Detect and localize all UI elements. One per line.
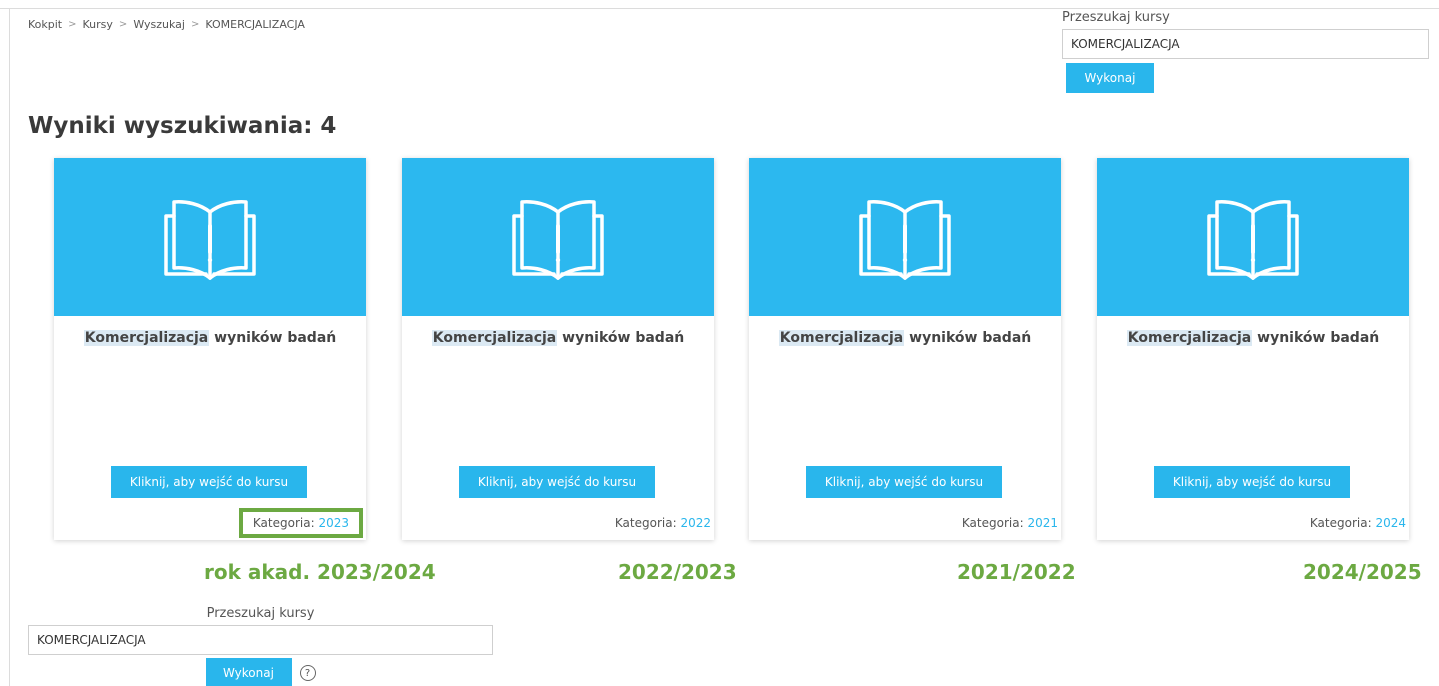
course-title-highlight: Komercjalizacja [778,330,905,346]
course-image[interactable] [54,158,366,316]
breadcrumb-wyszukaj[interactable]: Wyszukaj [133,18,185,31]
breadcrumb: Kokpit > Kursy > Wyszukaj > KOMERCJALIZA… [28,18,305,31]
breadcrumb-kokpit[interactable]: Kokpit [28,18,62,31]
breadcrumb-separator-icon: > [190,19,200,30]
enter-course-button[interactable]: Kliknij, aby wejść do kursu [111,466,307,498]
search-label: Przeszukaj kursy [1062,10,1170,25]
course-image[interactable] [749,158,1061,316]
breadcrumb-separator-icon: > [118,19,128,30]
open-book-icon [164,200,256,280]
help-icon[interactable]: ? [299,665,316,681]
breadcrumb-current: KOMERCJALIZACJA [205,18,305,31]
academic-year-label: 2024/2025 [1303,560,1422,584]
course-title-rest: wyników badań [1252,330,1380,346]
course-title[interactable]: Komercjalizacja wyników badań [749,330,1061,346]
course-title-rest: wyników badań [557,330,685,346]
course-title-highlight: Komercjalizacja [83,330,210,346]
enter-course-button[interactable]: Kliknij, aby wejść do kursu [806,466,1002,498]
course-title-highlight: Komercjalizacja [1126,330,1253,346]
category-label: Kategoria: [614,516,677,530]
search-input[interactable] [28,625,493,655]
course-title-rest: wyników badań [209,330,337,346]
category-link[interactable]: 2021 [1027,516,1058,530]
results-title: Wyniki wyszukiwania: 4 [28,113,337,139]
course-category: Kategoria: 2023 [238,508,363,538]
course-image[interactable] [402,158,714,316]
search-label: Przeszukaj kursy [206,606,315,621]
course-title[interactable]: Komercjalizacja wyników badań [54,330,366,346]
open-book-icon [859,200,951,280]
course-title[interactable]: Komercjalizacja wyników badań [402,330,714,346]
search-form-top: Przeszukaj kursy Wykonaj [1062,10,1429,93]
frame-left-border [9,8,10,686]
category-label: Kategoria: [252,516,315,530]
enter-course-button[interactable]: Kliknij, aby wejść do kursu [1154,466,1350,498]
course-card[interactable]: Komercjalizacja wyników badań Kliknij, a… [1097,158,1409,540]
course-category: Kategoria: 2021 [962,516,1058,530]
academic-year-label: 2022/2023 [618,560,737,584]
course-card[interactable]: Komercjalizacja wyników badań Kliknij, a… [54,158,366,540]
course-card[interactable]: Komercjalizacja wyników badań Kliknij, a… [402,158,714,540]
search-submit-button[interactable]: Wykonaj [205,658,292,686]
course-image[interactable] [1097,158,1409,316]
frame-top-border [0,8,1439,9]
breadcrumb-kursy[interactable]: Kursy [83,18,113,31]
category-link[interactable]: 2022 [680,516,711,530]
academic-year-label: 2021/2022 [957,560,1076,584]
course-category: Kategoria: 2022 [615,516,711,530]
course-title-rest: wyników badań [904,330,1032,346]
course-title-highlight: Komercjalizacja [431,330,558,346]
search-input[interactable] [1062,29,1429,59]
search-submit-button[interactable]: Wykonaj [1066,63,1154,93]
category-link[interactable]: 2024 [1375,516,1406,530]
category-label: Kategoria: [961,516,1024,530]
open-book-icon [1207,200,1299,280]
search-form-bottom: Przeszukaj kursy Wykonaj ? [28,606,493,686]
enter-course-button[interactable]: Kliknij, aby wejść do kursu [459,466,655,498]
category-link[interactable]: 2023 [318,516,349,530]
course-category: Kategoria: 2024 [1310,516,1406,530]
open-book-icon [512,200,604,280]
breadcrumb-separator-icon: > [68,19,77,30]
course-card[interactable]: Komercjalizacja wyników badań Kliknij, a… [749,158,1061,540]
academic-year-label: rok akad. 2023/2024 [204,560,436,584]
course-title[interactable]: Komercjalizacja wyników badań [1097,330,1409,346]
category-label: Kategoria: [1309,516,1372,530]
search-actions: Wykonaj ? [28,658,493,686]
